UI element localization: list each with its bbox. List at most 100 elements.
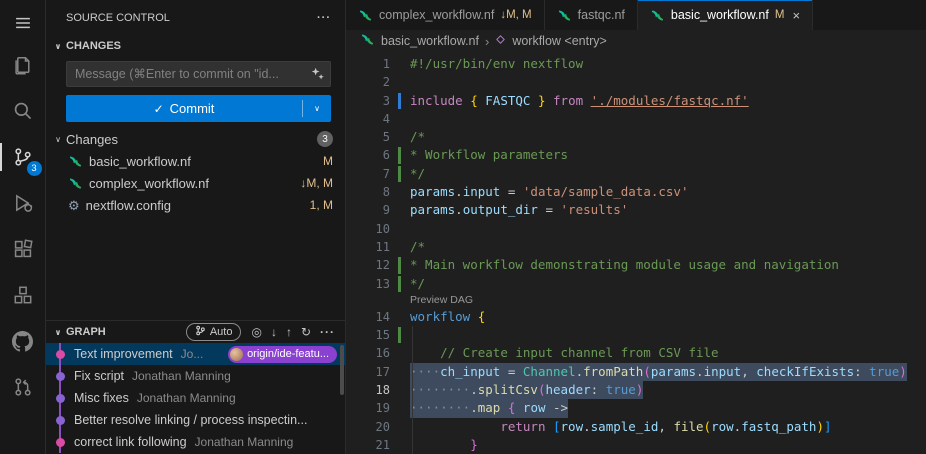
token: /* — [410, 239, 425, 254]
tab-fastqc.nf[interactable]: fastqc.nf — [545, 0, 638, 30]
source-control-button[interactable]: 3 — [0, 134, 46, 180]
codelens-label[interactable]: Preview DAG — [410, 294, 473, 306]
code-line: 10 — [346, 220, 926, 238]
code-text: ····ch_input = Channel.fromPath(params.i… — [410, 363, 907, 381]
breadcrumb-file[interactable]: basic_workflow.nf — [381, 34, 479, 48]
token — [530, 93, 538, 108]
commit-author: Jo... — [181, 347, 204, 361]
push-icon[interactable]: ↑ — [286, 325, 292, 339]
line-gutter: 12 — [346, 256, 410, 274]
sparkle-icon[interactable] — [310, 66, 325, 84]
pull-request-icon — [12, 376, 34, 398]
graph-section-header[interactable]: ∨ GRAPH Auto ◎↓↑↻··· — [46, 321, 345, 343]
extensions-icon — [12, 238, 34, 260]
token: splitCsv — [478, 382, 538, 397]
commit-button[interactable]: ✓ Commit ∨ — [66, 95, 331, 122]
target-icon[interactable]: ◎ — [251, 325, 261, 339]
graph-lane — [46, 409, 74, 431]
source-control-sidebar: SOURCE CONTROL ··· ∨ CHANGES ✓ Commit ∨ … — [46, 0, 346, 454]
token: /* — [410, 129, 425, 144]
file-row[interactable]: basic_workflow.nfM — [46, 150, 345, 172]
chevron-down-icon: ∨ — [50, 135, 66, 144]
tab-complex_workflow.nf[interactable]: complex_workflow.nf↓M, M — [346, 0, 545, 30]
branch-tag[interactable]: origin/ide-featu... — [228, 346, 337, 363]
code-line: 21 } — [346, 436, 926, 454]
code-text: return [row.sample_id, file(row.fastq_pa… — [410, 418, 832, 436]
file-row[interactable]: ⚙nextflow.config1, M — [46, 194, 345, 216]
code-text: workflow { — [410, 308, 485, 326]
line-number: 5 — [346, 128, 390, 146]
breadcrumb-symbol[interactable]: workflow <entry> — [512, 34, 606, 48]
refresh-icon[interactable]: ↻ — [301, 325, 311, 339]
line-gutter: 10 — [346, 220, 410, 238]
scrollbar[interactable] — [340, 345, 344, 395]
containers-button[interactable] — [0, 272, 46, 318]
changes-section-header[interactable]: ∨ CHANGES — [46, 35, 345, 57]
changes-tree-label: Changes — [66, 132, 317, 147]
chevron-down-icon[interactable]: ∨ — [303, 104, 331, 113]
token: { — [478, 309, 486, 324]
token — [410, 345, 440, 360]
line-gutter: 1 — [346, 55, 410, 73]
breadcrumb[interactable]: basic_workflow.nf › workflow <entry> — [346, 30, 926, 52]
changes-tree-row[interactable]: ∨ Changes 3 — [46, 128, 345, 150]
menu-button[interactable] — [0, 4, 46, 42]
code-line: 2 — [346, 73, 926, 91]
token: row — [711, 419, 734, 434]
token — [410, 437, 470, 452]
commit-row[interactable]: Better resolve linking / process inspect… — [46, 409, 345, 431]
token: . — [470, 400, 478, 415]
token: . — [583, 419, 591, 434]
commit-row[interactable]: correct link followingJonathan Manning — [46, 431, 345, 453]
graph-section-label: GRAPH — [66, 326, 106, 338]
activity-bar: 3 — [0, 0, 46, 454]
token: . — [696, 364, 704, 379]
line-number: 9 — [346, 201, 390, 219]
extensions-button[interactable] — [0, 226, 46, 272]
token: ( — [643, 364, 651, 379]
editor[interactable]: 1#!/usr/bin/env nextflow23include { FAST… — [346, 52, 926, 454]
commit-button-label: Commit — [170, 101, 215, 116]
graph-section: ∨ GRAPH Auto ◎↓↑↻··· Text improvementJo.… — [46, 320, 345, 454]
search-button[interactable] — [0, 88, 46, 134]
run-debug-button[interactable] — [0, 180, 46, 226]
more-icon[interactable]: ··· — [320, 325, 335, 339]
commit-row[interactable]: Text improvementJo...origin/ide-featu... — [46, 343, 345, 365]
token: input — [704, 364, 742, 379]
token: header — [546, 382, 591, 397]
branch-tag-label: origin/ide-featu... — [247, 348, 329, 360]
line-gutter: 18 — [346, 381, 410, 399]
vscode-window: 3 SOURCE CONTROL ··· ∨ CHANGES — [0, 0, 926, 454]
token: true — [606, 382, 636, 397]
token: ) — [899, 364, 907, 379]
commit-message-input[interactable] — [66, 61, 331, 87]
line-number: 6 — [346, 146, 390, 164]
token: include — [410, 93, 463, 108]
commit-dot — [56, 394, 65, 403]
code-text: // Create input channel from CSV file — [410, 344, 719, 362]
changes-count-badge: 3 — [317, 131, 333, 147]
commit-row[interactable]: Misc fixesJonathan Manning — [46, 387, 345, 409]
pull-request-button[interactable] — [0, 364, 46, 410]
file-row[interactable]: complex_workflow.nf↓M, M — [46, 172, 345, 194]
git-gutter-marker — [398, 257, 401, 273]
token: = — [538, 202, 561, 217]
pull-icon[interactable]: ↓ — [271, 325, 277, 339]
code-text: } — [410, 436, 478, 454]
more-actions-icon[interactable]: ··· — [317, 12, 331, 24]
repo-picker[interactable]: Auto — [186, 323, 242, 341]
tab-bar: complex_workflow.nf↓M, Mfastqc.nfbasic_w… — [346, 0, 926, 30]
github-button[interactable] — [0, 318, 46, 364]
commit-row[interactable]: Fix scriptJonathan Manning — [46, 365, 345, 387]
token: . — [576, 364, 584, 379]
explorer-button[interactable] — [0, 42, 46, 88]
code-line: 4 — [346, 110, 926, 128]
commit-button-main[interactable]: ✓ Commit — [66, 101, 302, 116]
code-text: * Workflow parameters — [410, 146, 568, 164]
tab-basic_workflow.nf[interactable]: basic_workflow.nfM× — [638, 0, 813, 30]
close-icon[interactable]: × — [792, 8, 800, 23]
line-gutter: 17 — [346, 363, 410, 381]
code-line: 17····ch_input = Channel.fromPath(params… — [346, 363, 926, 381]
token: -> — [546, 400, 569, 415]
token: * Main workflow demonstrating module usa… — [410, 257, 839, 272]
